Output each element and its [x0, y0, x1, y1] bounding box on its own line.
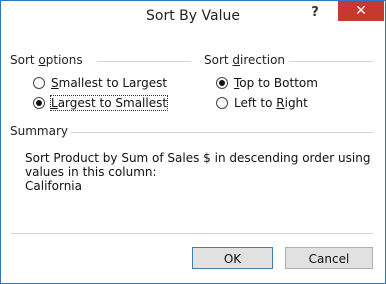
radio-label: Left to Right: [234, 96, 308, 110]
sort-direction-label: Sort direction: [204, 53, 286, 67]
summary-divider: [71, 132, 373, 133]
radio-top-to-bottom[interactable]: Top to Bottom: [216, 74, 318, 92]
ok-button[interactable]: OK: [192, 247, 273, 269]
sort-options-label: Sort options: [10, 53, 83, 67]
radio-button[interactable]: [216, 77, 228, 89]
radio-smallest-to-largest[interactable]: Smallest to Largest: [33, 74, 167, 92]
help-icon[interactable]: ?: [306, 5, 324, 23]
sort-direction-divider: [289, 61, 373, 62]
radio-label: Largest to Smallest: [49, 95, 169, 111]
radio-button[interactable]: [216, 97, 228, 109]
summary-line: values in this column:: [25, 165, 157, 179]
title-bar: Sort By Value ? ✕: [1, 1, 385, 31]
summary-text: Sort Product by Sum of Sales $ in descen…: [25, 151, 375, 193]
dialog-title: Sort By Value: [146, 8, 240, 24]
radio-left-to-right[interactable]: Left to Right: [216, 94, 308, 112]
summary-label: Summary: [10, 124, 68, 138]
footer-divider: [11, 233, 373, 234]
cancel-button[interactable]: Cancel: [285, 247, 373, 269]
sort-options-divider: [97, 61, 191, 62]
radio-largest-to-smallest[interactable]: Largest to Smallest: [33, 94, 169, 112]
radio-label: Top to Bottom: [234, 76, 318, 90]
radio-button[interactable]: [33, 97, 45, 109]
close-icon[interactable]: ✕: [338, 1, 384, 21]
summary-line: California: [25, 179, 82, 193]
radio-button[interactable]: [33, 77, 45, 89]
radio-label: Smallest to Largest: [51, 76, 168, 90]
sort-by-value-dialog: Sort By Value ? ✕ Sort options Smallest …: [0, 0, 386, 284]
summary-line: Sort Product by Sum of Sales $ in descen…: [25, 151, 371, 165]
